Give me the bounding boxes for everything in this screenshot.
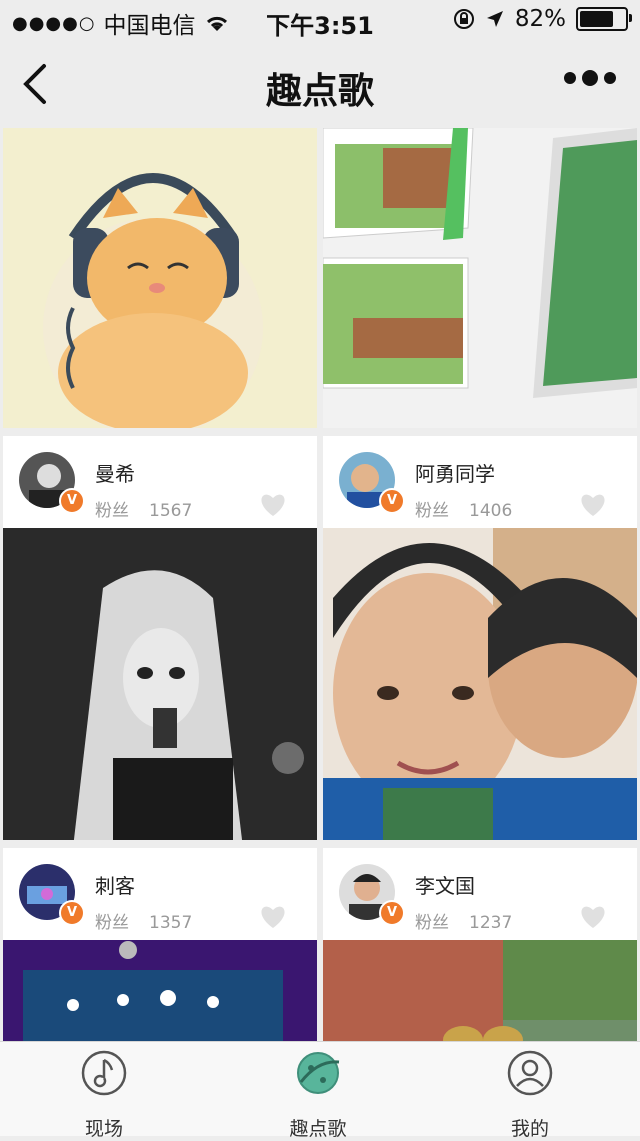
cover-image-cat[interactable] bbox=[3, 128, 317, 428]
fans-count: 粉丝 1406 bbox=[415, 501, 513, 521]
tab-live[interactable]: 现场 bbox=[44, 1050, 164, 1141]
heart-icon[interactable] bbox=[259, 904, 287, 930]
verified-badge: V bbox=[59, 900, 85, 926]
cover-image-photos[interactable] bbox=[323, 128, 637, 428]
tab-label: 趣点歌 bbox=[289, 1118, 347, 1140]
location-icon bbox=[486, 11, 503, 27]
singer-name: 曼希 bbox=[95, 462, 135, 486]
heart-icon[interactable] bbox=[259, 492, 287, 518]
cover-image-singer[interactable] bbox=[3, 528, 317, 840]
singer-card[interactable]: V 刺客 粉丝 1357 bbox=[3, 848, 317, 940]
singer-name: 李文国 bbox=[415, 874, 475, 898]
fans-count: 粉丝 1357 bbox=[95, 913, 193, 933]
singer-card[interactable]: V 阿勇同学 粉丝 1406 bbox=[323, 436, 637, 528]
cover-image-landscape[interactable] bbox=[323, 940, 637, 1042]
fans-count: 粉丝 1567 bbox=[95, 501, 193, 521]
tab-bar: 现场 趣点歌 我的 bbox=[0, 1041, 640, 1140]
music-note-icon bbox=[81, 1050, 127, 1096]
planet-icon bbox=[297, 1052, 340, 1094]
navigation-bar: 趣点歌 bbox=[0, 40, 640, 128]
singer-card[interactable]: V 曼希 粉丝 1567 bbox=[3, 436, 317, 528]
more-icon[interactable] bbox=[564, 70, 616, 86]
verified-badge: V bbox=[379, 900, 405, 926]
tab-profile[interactable]: 我的 bbox=[470, 1050, 590, 1141]
battery-percent: 82% bbox=[514, 6, 566, 32]
song-grid: V 曼希 粉丝 1567 V 刺客 粉丝 1357 V 阿勇同学 粉丝 1406… bbox=[0, 128, 640, 1042]
cover-image-selfie[interactable] bbox=[323, 528, 637, 840]
battery-icon bbox=[576, 7, 632, 31]
heart-icon[interactable] bbox=[579, 492, 607, 518]
tab-label: 我的 bbox=[510, 1118, 549, 1140]
singer-card[interactable]: V 李文国 粉丝 1237 bbox=[323, 848, 637, 940]
verified-badge: V bbox=[379, 488, 405, 514]
singer-name: 阿勇同学 bbox=[415, 462, 495, 486]
tab-song-request[interactable]: 趣点歌 bbox=[258, 1050, 378, 1141]
status-bar: ●●●●○ 中国电信 下午3:51 82% bbox=[0, 0, 640, 40]
orientation-lock-icon bbox=[453, 9, 474, 29]
heart-icon[interactable] bbox=[579, 904, 607, 930]
tab-label: 现场 bbox=[84, 1118, 123, 1140]
user-icon bbox=[507, 1050, 553, 1096]
singer-name: 刺客 bbox=[95, 874, 135, 898]
verified-badge: V bbox=[59, 488, 85, 514]
cover-image-stage[interactable] bbox=[3, 940, 317, 1042]
fans-count: 粉丝 1237 bbox=[415, 913, 513, 933]
page-title: 趣点歌 bbox=[265, 71, 374, 112]
